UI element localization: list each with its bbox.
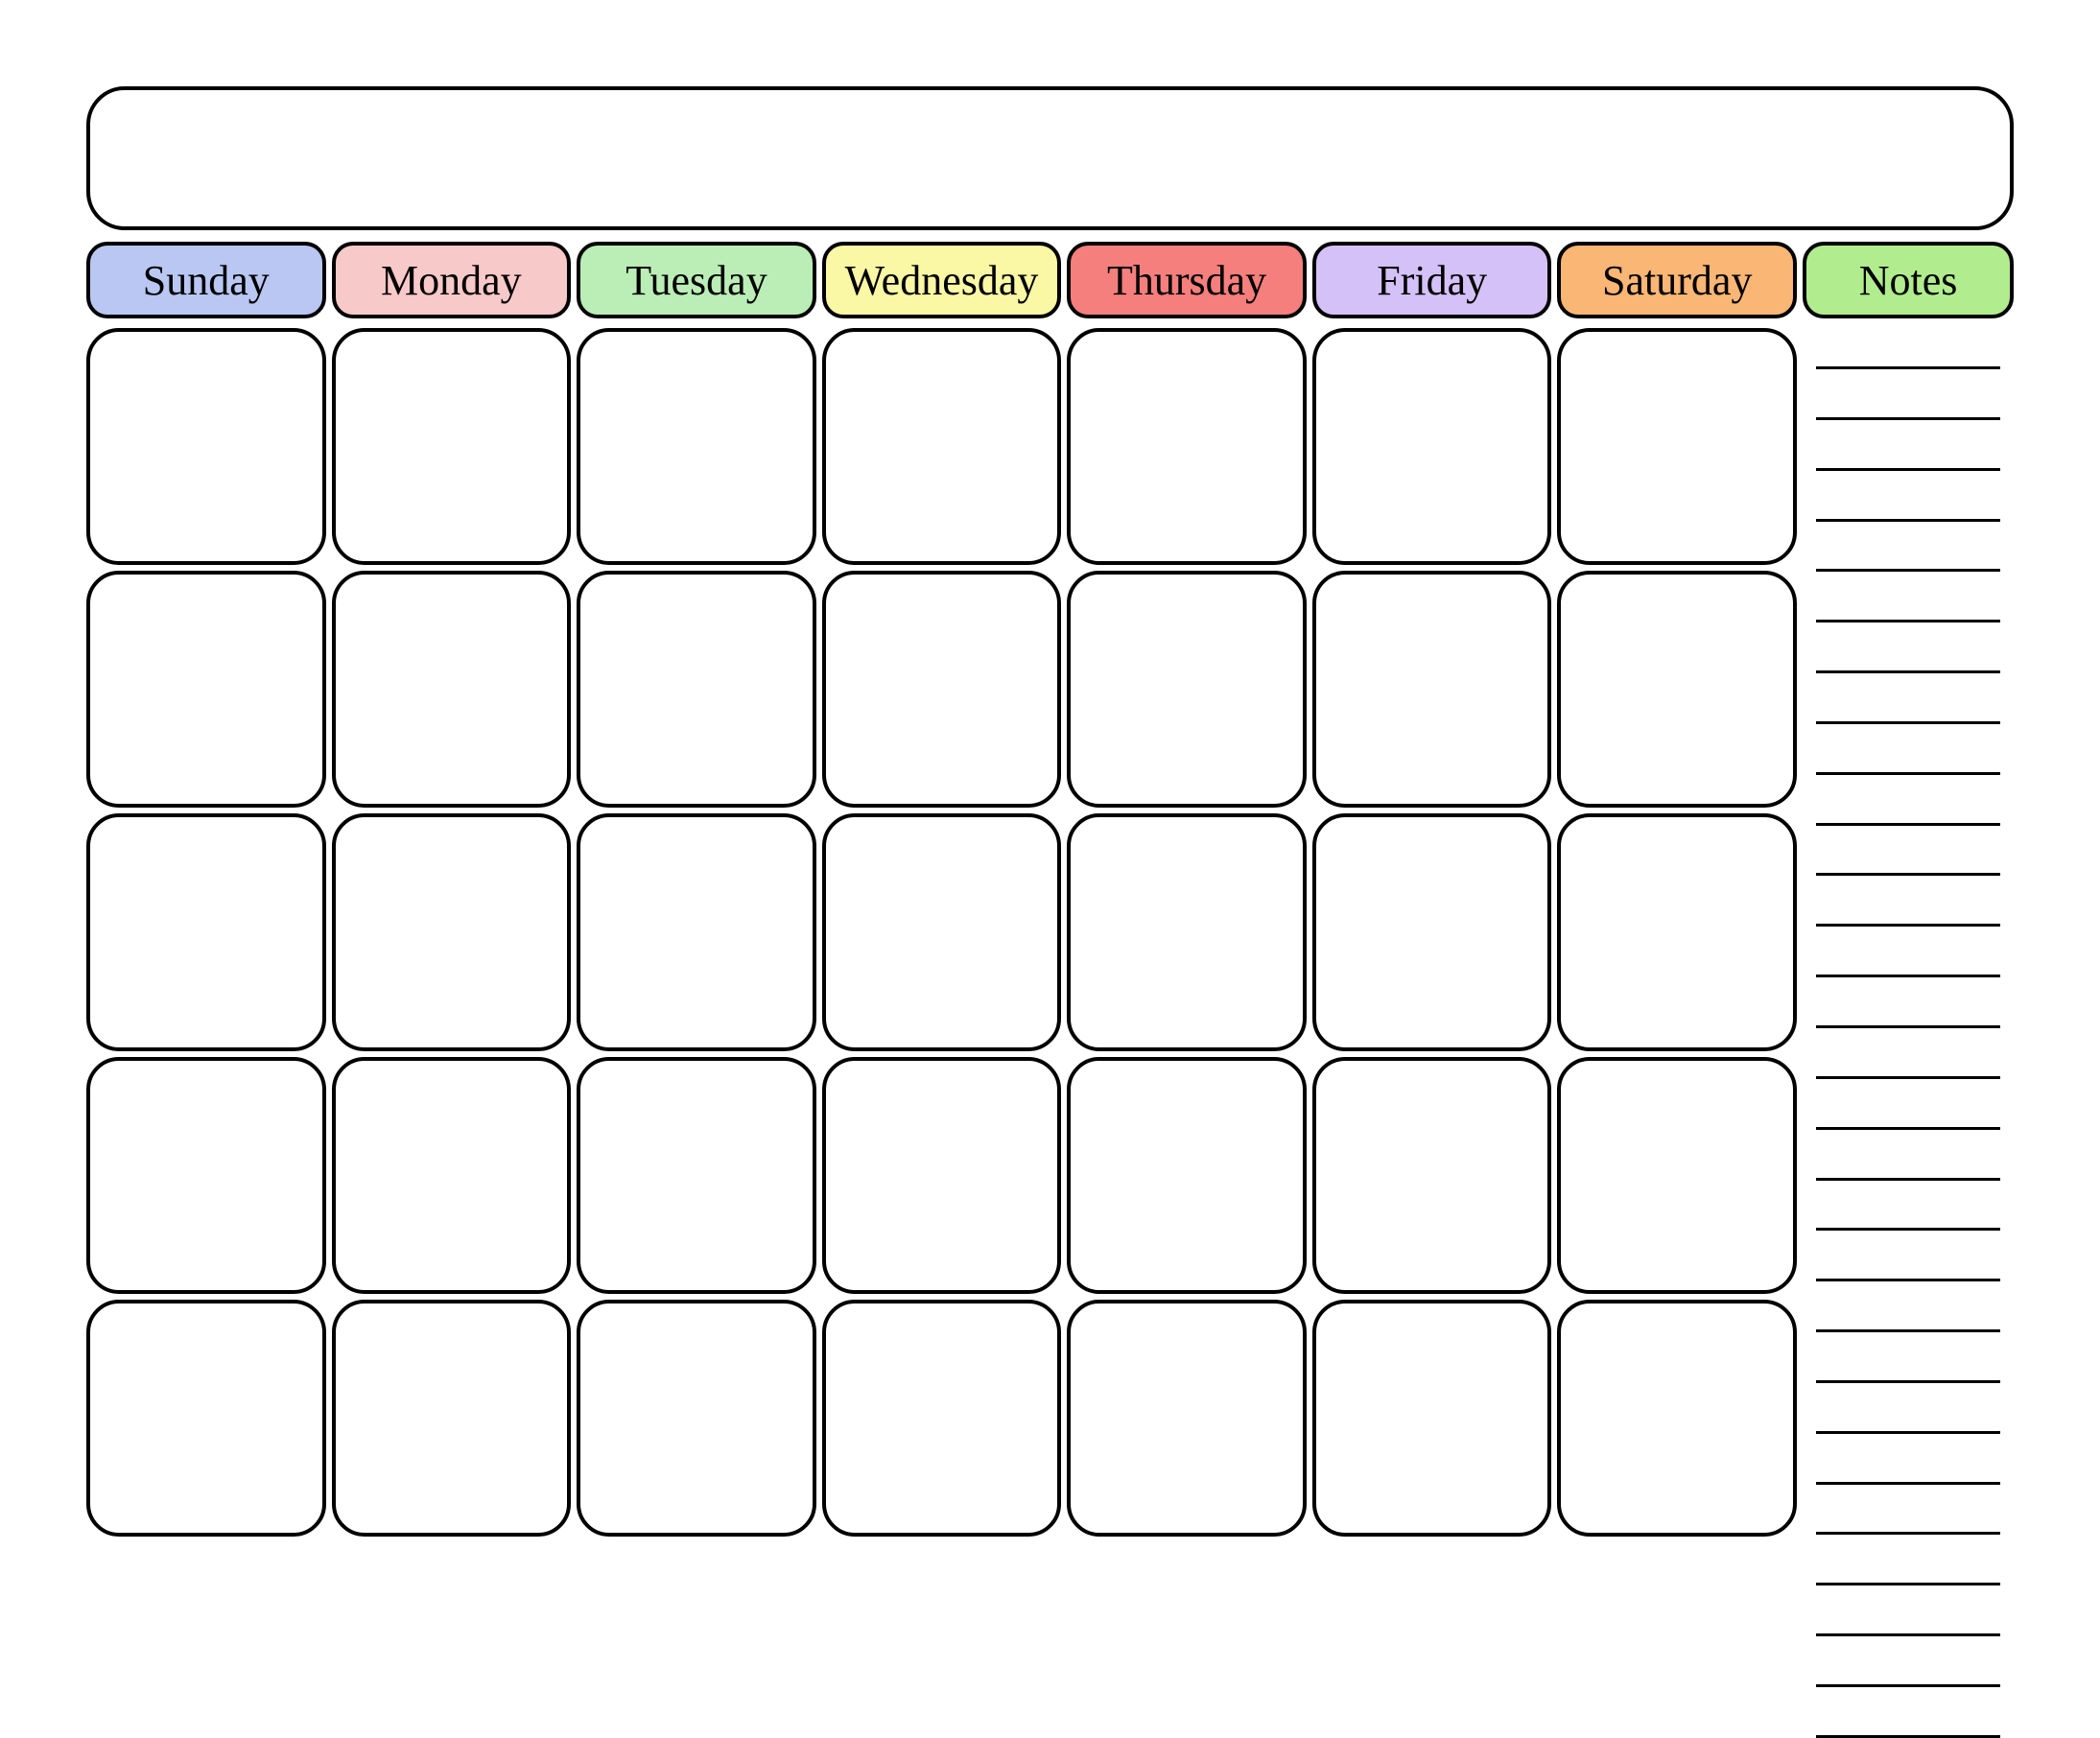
day-cell xyxy=(1067,1057,1307,1294)
notes-header: Notes xyxy=(1803,242,2014,318)
note-line xyxy=(1816,823,2000,826)
note-line xyxy=(1816,670,2000,673)
note-line xyxy=(1816,1583,2000,1585)
day-cell xyxy=(86,1300,326,1537)
day-cell xyxy=(1557,328,1797,565)
day-cell xyxy=(1067,328,1307,565)
day-cell xyxy=(577,328,816,565)
note-line xyxy=(1816,1735,2000,1738)
note-line xyxy=(1816,1380,2000,1383)
day-cell xyxy=(1067,1300,1307,1537)
note-line xyxy=(1816,519,2000,522)
day-header-saturday: Saturday xyxy=(1557,242,1797,318)
note-line xyxy=(1816,1482,2000,1485)
week-row xyxy=(86,1057,1797,1294)
note-line xyxy=(1816,1279,2000,1281)
day-cell xyxy=(577,813,816,1050)
day-header-thursday: Thursday xyxy=(1067,242,1307,318)
week-row xyxy=(86,571,1797,808)
note-line xyxy=(1816,721,2000,724)
day-header-tuesday: Tuesday xyxy=(577,242,816,318)
day-cell xyxy=(332,1057,572,1294)
day-cell xyxy=(1312,813,1552,1050)
day-cell xyxy=(822,571,1062,808)
note-line xyxy=(1816,772,2000,775)
day-cell xyxy=(577,1057,816,1294)
body-area xyxy=(86,328,2014,1537)
day-cell xyxy=(822,1300,1062,1537)
day-cell xyxy=(1557,1057,1797,1294)
note-line xyxy=(1816,975,2000,977)
note-line xyxy=(1816,366,2000,369)
note-line xyxy=(1816,1329,2000,1332)
day-header-wednesday: Wednesday xyxy=(822,242,1062,318)
day-cell xyxy=(332,328,572,565)
calendar-grid xyxy=(86,328,1797,1537)
day-cell xyxy=(577,571,816,808)
note-line xyxy=(1816,873,2000,876)
title-bar xyxy=(86,86,2014,230)
day-cell xyxy=(332,1300,572,1537)
note-line xyxy=(1816,1684,2000,1687)
notes-column xyxy=(1803,328,2014,1537)
day-cell xyxy=(1557,1300,1797,1537)
day-cell xyxy=(822,1057,1062,1294)
day-cell xyxy=(86,1057,326,1294)
note-line xyxy=(1816,569,2000,572)
day-cell xyxy=(1067,813,1307,1050)
note-line xyxy=(1816,1228,2000,1231)
note-line xyxy=(1816,1633,2000,1636)
day-cell xyxy=(1312,328,1552,565)
calendar-page: Sunday Monday Tuesday Wednesday Thursday… xyxy=(0,0,2100,1623)
note-line xyxy=(1816,417,2000,420)
day-cell xyxy=(1067,571,1307,808)
week-row xyxy=(86,1300,1797,1537)
day-cell xyxy=(1557,571,1797,808)
week-row xyxy=(86,813,1797,1050)
day-cell xyxy=(86,571,326,808)
day-cell xyxy=(332,813,572,1050)
note-line xyxy=(1816,1025,2000,1028)
note-line xyxy=(1816,1127,2000,1130)
day-cell xyxy=(1312,1057,1552,1294)
day-header-sunday: Sunday xyxy=(86,242,326,318)
week-row xyxy=(86,328,1797,565)
note-line xyxy=(1816,924,2000,927)
day-cell xyxy=(822,328,1062,565)
day-cell xyxy=(1312,571,1552,808)
day-cell xyxy=(577,1300,816,1537)
day-cell xyxy=(1557,813,1797,1050)
day-cell xyxy=(86,328,326,565)
note-line xyxy=(1816,1076,2000,1079)
day-cell xyxy=(86,813,326,1050)
note-line xyxy=(1816,468,2000,471)
note-line xyxy=(1816,1178,2000,1181)
header-row: Sunday Monday Tuesday Wednesday Thursday… xyxy=(86,242,2014,318)
note-line xyxy=(1816,620,2000,622)
day-cell xyxy=(1312,1300,1552,1537)
note-line xyxy=(1816,1532,2000,1535)
note-line xyxy=(1816,1431,2000,1434)
day-header-friday: Friday xyxy=(1312,242,1552,318)
day-cell xyxy=(332,571,572,808)
day-cell xyxy=(822,813,1062,1050)
day-header-monday: Monday xyxy=(332,242,572,318)
